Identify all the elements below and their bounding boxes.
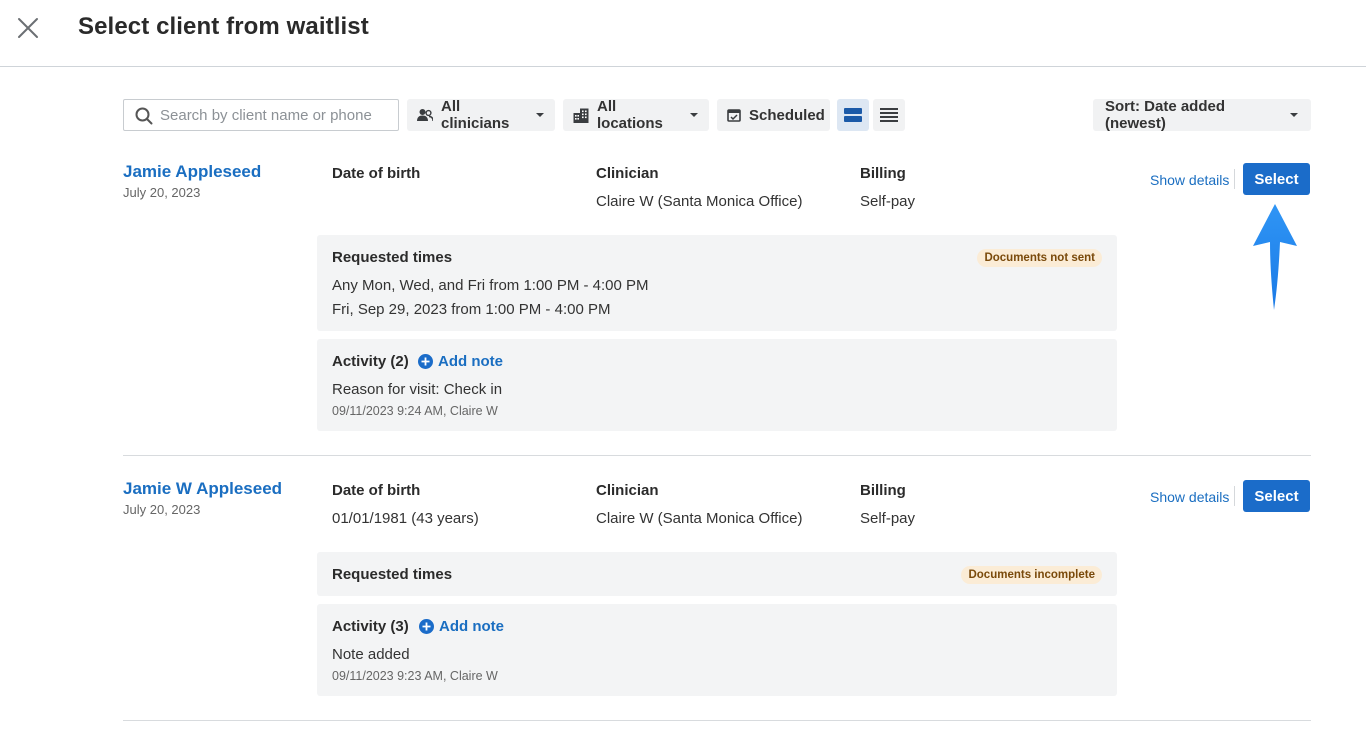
add-note-button[interactable]: Add note [419, 618, 504, 635]
locations-filter[interactable]: All locations [563, 98, 709, 132]
billing-label: Billing [860, 482, 906, 499]
clinician-value: Claire W (Santa Monica Office) [596, 193, 803, 210]
close-icon [18, 18, 38, 38]
requested-times-panel: Requested times Documents not sent Any M… [317, 235, 1117, 331]
chevron-down-icon [535, 112, 545, 118]
search-icon [135, 107, 153, 130]
plus-circle-icon [419, 619, 434, 634]
billing-label: Billing [860, 165, 906, 182]
card-view-toggle[interactable] [837, 99, 869, 131]
clinicians-filter-label: All clinicians [441, 98, 510, 132]
activity-text: Note added [332, 646, 410, 663]
billing-value: Self-pay [860, 510, 916, 527]
dob-label: Date of birth [332, 165, 421, 182]
divider [1234, 486, 1235, 506]
add-note-label: Add note [439, 618, 504, 635]
dob-value: 01/01/1981 (43 years) [332, 510, 479, 527]
activity-title: Activity (2) [332, 353, 409, 370]
building-icon [573, 108, 589, 123]
activity-panel: Activity (2) Add note Reason for visit: … [317, 339, 1117, 431]
plus-circle-icon [418, 354, 433, 369]
modal-header: Select client from waitlist [0, 0, 1366, 67]
clinician-label: Clinician [596, 482, 659, 499]
date-added: July 20, 2023 [123, 185, 201, 200]
status-badge: Documents not sent [977, 249, 1102, 267]
scheduled-filter[interactable]: Scheduled [717, 99, 830, 131]
search-input[interactable] [160, 100, 392, 130]
divider [1234, 169, 1235, 189]
list-view-toggle[interactable] [873, 99, 905, 131]
activity-title: Activity (3) [332, 618, 409, 635]
close-button[interactable] [14, 14, 42, 42]
scheduled-filter-label: Scheduled [749, 106, 825, 124]
sort-dropdown[interactable]: Sort: Date added (newest) [1093, 98, 1311, 132]
activity-meta: 09/11/2023 9:23 AM, Claire W [332, 669, 498, 683]
dob-label: Date of birth [332, 482, 421, 499]
requested-times-title: Requested times [332, 249, 453, 266]
people-icon [417, 108, 433, 122]
date-added: July 20, 2023 [123, 502, 201, 517]
row-divider [123, 720, 1311, 721]
clinician-value: Claire W (Santa Monica Office) [596, 510, 803, 527]
client-name-link[interactable]: Jamie W Appleseed [123, 479, 282, 499]
chevron-down-icon [689, 112, 699, 118]
show-details-link[interactable]: Show details [1150, 172, 1229, 188]
chevron-down-icon [1289, 112, 1299, 118]
sort-dropdown-label: Sort: Date added (newest) [1105, 98, 1226, 132]
arrow-up-icon [1253, 204, 1297, 310]
activity-panel: Activity (3) Add note Note added 09/11/2… [317, 604, 1117, 696]
list-view-icon [880, 108, 898, 122]
card-view-icon [844, 108, 862, 122]
calendar-check-icon [727, 108, 741, 122]
clinician-label: Clinician [596, 165, 659, 182]
page-title: Select client from waitlist [78, 13, 369, 40]
activity-text: Reason for visit: Check in [332, 381, 503, 398]
select-button[interactable]: Select [1243, 480, 1310, 512]
row-divider [123, 455, 1311, 456]
requested-times-panel: Requested times Documents incomplete [317, 552, 1117, 596]
billing-value: Self-pay [860, 193, 916, 210]
client-name-link[interactable]: Jamie Appleseed [123, 162, 261, 182]
requested-time: Fri, Sep 29, 2023 from 1:00 PM - 4:00 PM [332, 301, 611, 318]
add-note-label: Add note [438, 353, 503, 370]
clinicians-filter[interactable]: All clinicians [407, 98, 555, 132]
add-note-button[interactable]: Add note [418, 353, 503, 370]
search-box[interactable] [123, 99, 399, 131]
requested-times-title: Requested times [332, 566, 453, 583]
show-details-link[interactable]: Show details [1150, 489, 1229, 505]
activity-meta: 09/11/2023 9:24 AM, Claire W [332, 404, 498, 418]
select-button[interactable]: Select [1243, 163, 1310, 195]
status-badge: Documents incomplete [961, 566, 1102, 584]
requested-time: Any Mon, Wed, and Fri from 1:00 PM - 4:0… [332, 277, 649, 294]
locations-filter-label: All locations [597, 98, 663, 132]
